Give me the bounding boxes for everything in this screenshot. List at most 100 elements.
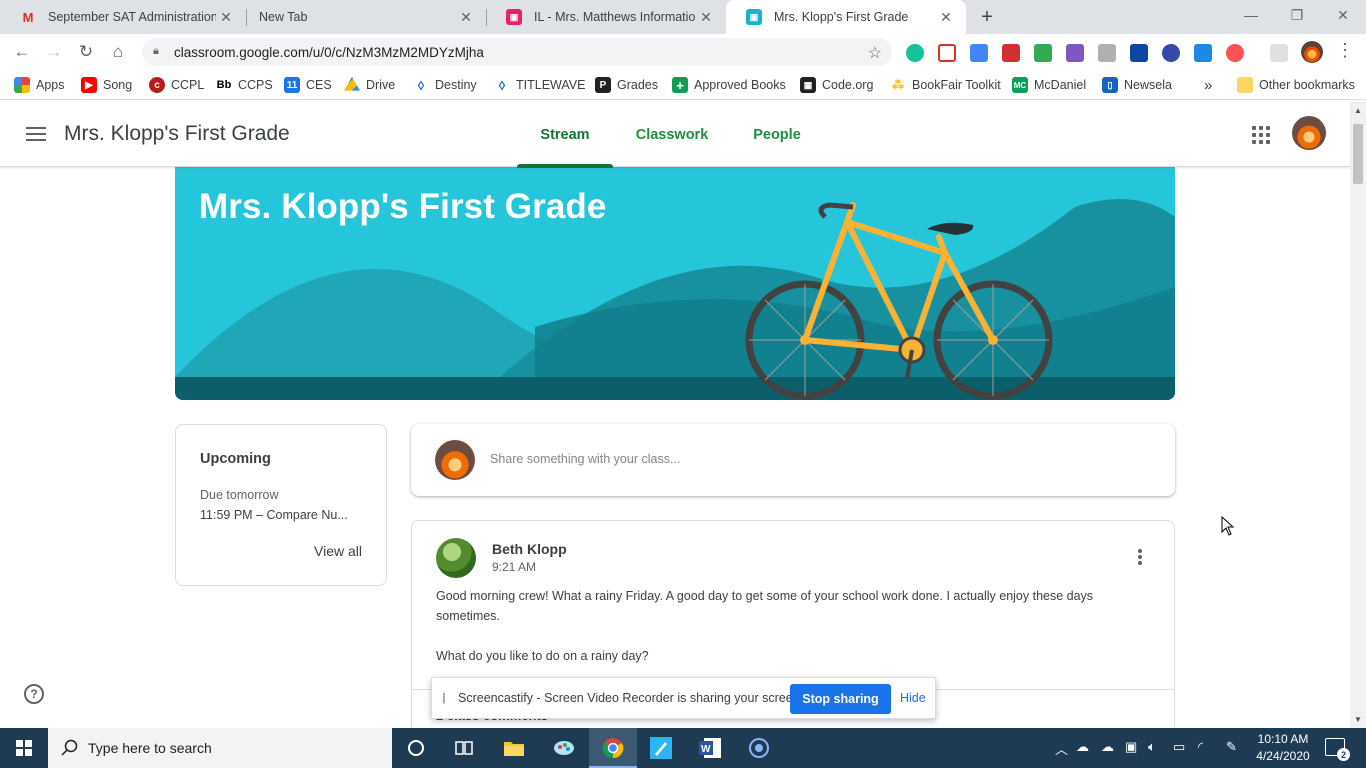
bookmark-approved-books[interactable]: + Approved Books xyxy=(672,76,786,94)
bookmark-label: Code.org xyxy=(822,78,874,92)
grammarly-extension-icon[interactable] xyxy=(906,44,924,62)
close-tab-icon[interactable]: ✕ xyxy=(456,7,476,27)
browser-tab-new-tab[interactable]: New Tab ✕ xyxy=(246,0,486,34)
bookmark-label: CES xyxy=(306,78,332,92)
battery-icon[interactable]: ▭ xyxy=(1173,739,1185,755)
sharing-message: Screencastify - Screen Video Recorder is… xyxy=(458,691,804,705)
chrome-taskbar-icon[interactable] xyxy=(589,728,637,768)
bookmark-label: TITLEWAVE xyxy=(516,78,586,92)
bookmark-ccps[interactable]: Bb CCPS xyxy=(216,76,273,94)
extension-icon[interactable] xyxy=(1002,44,1020,62)
file-explorer-icon[interactable] xyxy=(490,728,538,768)
calendar-icon: 11 xyxy=(284,77,300,93)
media-control-icon[interactable] xyxy=(1270,44,1288,62)
minimize-button[interactable]: — xyxy=(1228,0,1274,30)
forward-button[interactable]: → xyxy=(42,40,66,64)
show-hidden-icons-chevron[interactable]: ︿ xyxy=(1055,739,1068,758)
close-window-button[interactable]: ✕ xyxy=(1320,0,1366,30)
view-all-button[interactable]: View all xyxy=(314,543,362,559)
onedrive-icon[interactable]: ☁ xyxy=(1076,739,1089,755)
tab-title: September SAT Administration D xyxy=(48,10,216,24)
user-avatar xyxy=(435,440,475,480)
volume-icon[interactable]: 🔈︎ xyxy=(1148,739,1156,755)
system-clock[interactable]: 10:10 AM 4/24/2020 xyxy=(1255,731,1311,765)
task-view-icon[interactable] xyxy=(440,728,488,768)
browser-profile-avatar[interactable] xyxy=(1301,41,1323,63)
bookmark-mcdaniel[interactable]: MC McDaniel xyxy=(1012,76,1086,94)
close-tab-icon[interactable]: ✕ xyxy=(936,7,956,27)
bookmark-label: CCPS xyxy=(238,78,273,92)
bookmark-ccpl[interactable]: c CCPL xyxy=(149,76,204,94)
restore-button[interactable]: ❐ xyxy=(1274,0,1320,30)
tab-people[interactable]: People xyxy=(742,102,812,167)
recording-app-icon[interactable] xyxy=(735,728,783,768)
pdf-extension-icon[interactable] xyxy=(1098,44,1116,62)
defender-icon[interactable]: ▣ xyxy=(1125,739,1137,755)
home-button[interactable]: ⌂ xyxy=(106,40,130,64)
search-placeholder: Type here to search xyxy=(88,740,212,756)
slides-extension-icon[interactable] xyxy=(1034,44,1052,62)
help-icon[interactable]: ? xyxy=(24,684,44,704)
google-apps-icon[interactable] xyxy=(1252,126,1270,144)
puzzle-extension-icon[interactable] xyxy=(1066,44,1084,62)
tab-stream[interactable]: Stream xyxy=(517,102,613,168)
scroll-up-arrow-icon[interactable]: ▲ xyxy=(1354,106,1362,115)
bookmark-code-org[interactable]: ▦ Code.org xyxy=(800,76,873,94)
back-button[interactable]: ← xyxy=(10,40,34,64)
taskbar-search-box[interactable]: Type here to search xyxy=(48,728,392,768)
bookmark-destiny[interactable]: ◊ Destiny xyxy=(413,76,477,94)
upcoming-assignment-link[interactable]: 11:59 PM – Compare Nu... xyxy=(200,508,360,522)
bookmark-other[interactable]: Other bookmarks xyxy=(1237,76,1355,94)
close-tab-icon[interactable]: ✕ xyxy=(216,7,236,27)
browser-tab-gmail[interactable]: M September SAT Administration D ✕ xyxy=(0,0,246,34)
bookmark-grades[interactable]: P Grades xyxy=(595,76,658,94)
wifi-icon[interactable]: ◜ xyxy=(1198,739,1203,755)
bookmark-newsela[interactable]: ▯ Newsela xyxy=(1102,76,1172,94)
more-options-icon[interactable] xyxy=(1130,547,1150,567)
start-button[interactable] xyxy=(0,728,48,768)
svg-text:W: W xyxy=(701,744,711,755)
class-title[interactable]: Mrs. Klopp's First Grade xyxy=(64,122,290,146)
scroll-down-arrow-icon[interactable]: ▼ xyxy=(1354,715,1362,724)
share-with-class-box[interactable]: Share something with your class... xyxy=(411,424,1175,496)
bookmark-ces[interactable]: 11 CES xyxy=(284,76,332,94)
more-bookmarks-chevron[interactable]: » xyxy=(1204,76,1212,94)
account-avatar[interactable] xyxy=(1292,116,1326,150)
notes-app-icon[interactable] xyxy=(637,728,685,768)
hide-button[interactable]: Hide xyxy=(900,691,926,705)
stop-sharing-button[interactable]: Stop sharing xyxy=(790,684,891,714)
bookmark-drive[interactable]: Drive xyxy=(344,76,395,94)
new-tab-button[interactable]: + xyxy=(976,6,998,28)
main-menu-icon[interactable] xyxy=(24,124,48,144)
browser-tab-il-matthews[interactable]: ▣ IL - Mrs. Matthews Information L ✕ xyxy=(486,0,726,34)
action-center-icon[interactable]: 2 xyxy=(1325,738,1350,761)
translate-extension-icon[interactable] xyxy=(970,44,988,62)
extension-icon[interactable] xyxy=(1194,44,1212,62)
bookmark-song[interactable]: ▶ Song xyxy=(81,76,132,94)
bookmark-apps[interactable]: Apps xyxy=(14,76,65,94)
bookmark-titlewave[interactable]: ◊ TITLEWAVE xyxy=(494,76,586,94)
bookmark-label: Approved Books xyxy=(694,78,786,92)
drag-handle-icon[interactable]: || xyxy=(442,692,445,704)
paint-app-icon[interactable] xyxy=(540,728,588,768)
word-app-icon[interactable]: W xyxy=(686,728,734,768)
post-body: Good morning crew! What a rainy Friday. … xyxy=(436,586,1136,686)
bookmark-bookfair[interactable]: ⁂ BookFair Toolkit xyxy=(890,76,1001,94)
bookmark-label: Destiny xyxy=(435,78,477,92)
pen-icon[interactable]: ✎ xyxy=(1226,739,1237,755)
cortana-icon[interactable] xyxy=(392,728,440,768)
address-bar[interactable]: 🔒︎ classroom.google.com/u/0/c/NzM3MzM2MD… xyxy=(142,38,892,66)
extension-icon[interactable] xyxy=(1130,44,1148,62)
scrollbar-thumb[interactable] xyxy=(1353,124,1363,184)
gmail-extension-icon[interactable] xyxy=(938,44,956,62)
tab-classwork[interactable]: Classwork xyxy=(625,102,719,167)
browser-menu-icon[interactable]: ⋮ xyxy=(1336,40,1354,61)
close-tab-icon[interactable]: ✕ xyxy=(696,7,716,27)
reload-button[interactable]: ↻ xyxy=(74,40,98,64)
bookmark-star-icon[interactable]: ☆ xyxy=(868,43,882,63)
network-offline-icon[interactable]: ☁ xyxy=(1101,739,1114,755)
extension-icon[interactable] xyxy=(1162,44,1180,62)
page-scrollbar[interactable]: ▲ ▼ xyxy=(1350,102,1366,728)
screencastify-extension-icon[interactable] xyxy=(1226,44,1244,62)
browser-tab-klopp[interactable]: ▣ Mrs. Klopp's First Grade ✕ xyxy=(726,0,966,34)
